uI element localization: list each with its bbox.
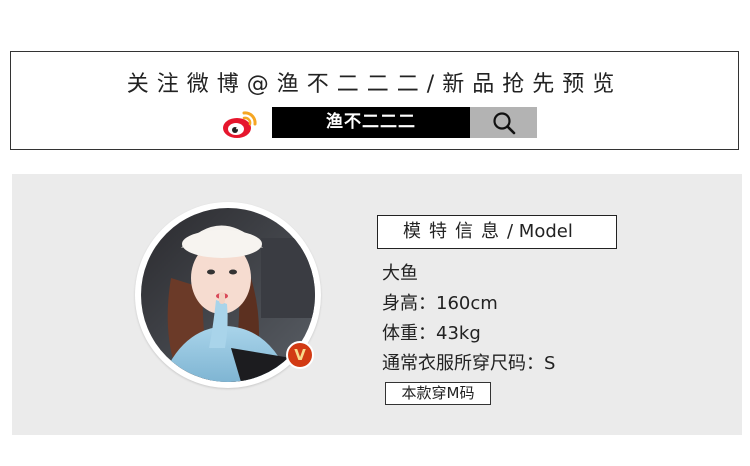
- search-icon: [492, 111, 515, 134]
- model-usual-size: 通常衣服所穿尺码：S: [382, 353, 556, 374]
- model-weight: 体重：43kg: [382, 323, 481, 344]
- follow-weibo-banner: 关注微博@渔不二二二/新品抢先预览 渔不二二二: [10, 51, 739, 150]
- model-info-header: 模特信息/ Model: [377, 215, 617, 249]
- model-name: 大鱼: [382, 263, 418, 284]
- size-note-badge: 本款穿M码: [385, 382, 491, 405]
- follow-title: 关注微博@渔不二二二/新品抢先预览: [126, 72, 623, 97]
- avatar-frame: V: [135, 202, 321, 388]
- model-height: 身高：160cm: [382, 293, 498, 314]
- search-button[interactable]: [470, 107, 537, 138]
- search-field[interactable]: 渔不二二二: [272, 107, 470, 138]
- model-info-header-cn: 模特信息: [403, 221, 507, 242]
- model-info-header-en: / Model: [507, 221, 573, 242]
- model-info-list: 大鱼 身高：160cm 体重：43kg 通常衣服所穿尺码：S: [382, 259, 555, 379]
- verified-v-icon: V: [286, 341, 314, 369]
- model-info-panel: V 模特信息/ Model 大鱼 身高：160cm 体重：43kg 通常衣服所穿…: [12, 174, 742, 435]
- weibo-logo-icon[interactable]: [222, 109, 258, 139]
